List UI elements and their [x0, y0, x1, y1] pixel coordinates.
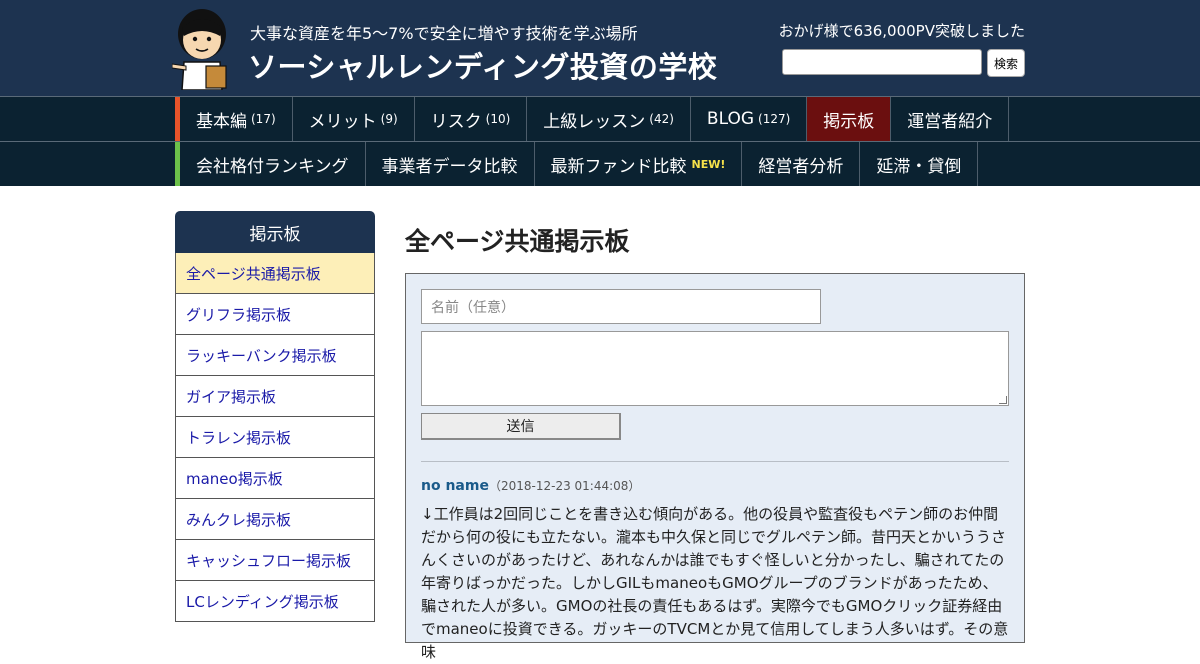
- secondary-nav-list: 会社格付ランキング 事業者データ比較 最新ファンド比較 NEW! 経営者分析 延滞…: [175, 142, 979, 186]
- post-author: no name: [421, 478, 489, 494]
- nav-item-label: 掲示板: [823, 111, 875, 132]
- nav-item-ranking[interactable]: 会社格付ランキング: [180, 142, 366, 186]
- nav-item-label: リスク: [430, 111, 482, 132]
- nav-item-fund-compare[interactable]: 最新ファンド比較 NEW!: [535, 142, 743, 186]
- page-title: 全ページ共通掲示板: [405, 227, 630, 256]
- post-timestamp: （2018-12-23 01:44:08）: [488, 479, 641, 493]
- sidebar-item-toraren-board[interactable]: トラレン掲示板: [175, 417, 375, 458]
- nav-item-board[interactable]: 掲示板: [807, 97, 892, 141]
- board-panel: 名前（任意） 送信 no name（2018-12-23 01:44:08） ↓…: [405, 273, 1025, 661]
- nav-item-count: (42): [649, 112, 674, 126]
- sidebar-item-grifla-board[interactable]: グリフラ掲示板: [175, 294, 375, 335]
- sidebar-item-cashflow-board[interactable]: キャッシュフロー掲示板: [175, 540, 375, 581]
- nav-item-about[interactable]: 運営者紹介: [891, 97, 1010, 141]
- nav-item-count: (10): [485, 112, 511, 126]
- site-title[interactable]: ソーシャルレンディング投資の学校: [248, 44, 717, 86]
- nav-item-label: 運営者紹介: [907, 111, 993, 132]
- nav-item-label: 基本編: [196, 111, 247, 132]
- message-textarea[interactable]: [421, 331, 1009, 406]
- name-input[interactable]: 名前（任意）: [421, 289, 821, 324]
- site-header: 大事な資産を年5～7%で安全に増やす技術を学ぶ場所 ソーシャルレンディング投資の…: [0, 0, 1200, 96]
- new-badge: NEW!: [691, 157, 726, 171]
- sidebar-title: 掲示板: [175, 211, 375, 253]
- sidebar-item-lclending-board[interactable]: LCレンディング掲示板: [175, 581, 375, 622]
- nav-item-merits[interactable]: メリット (9): [293, 97, 415, 141]
- nav-item-label: 上級レッスン: [543, 111, 646, 132]
- primary-nav-list: 基本編 (17) メリット (9) リスク (10) 上級レッスン (42) BLOG(…: [175, 97, 1010, 141]
- board-sidebar: 掲示板 全ページ共通掲示板 グリフラ掲示板 ラッキーバンク掲示板 ガイア掲示板 …: [175, 211, 375, 622]
- nav-item-label: 最新ファンド比較: [550, 156, 687, 177]
- nav-item-advanced[interactable]: 上級レッスン (42): [527, 97, 691, 141]
- nav-item-label: 会社格付ランキング: [196, 156, 349, 177]
- pv-counter-text: おかげ様で636,000PV突破しました: [778, 22, 1025, 40]
- nav-item-risks[interactable]: リスク (10): [415, 97, 528, 141]
- sidebar-item-luckybank-board[interactable]: ラッキーバンク掲示板: [175, 335, 375, 376]
- sidebar-item-minkure-board[interactable]: みんクレ掲示板: [175, 499, 375, 540]
- nav-item-blog[interactable]: BLOG (127): [691, 97, 808, 141]
- secondary-nav: 会社格付ランキング 事業者データ比較 最新ファンド比較 NEW! 経営者分析 延滞…: [0, 141, 1200, 186]
- nav-item-count: (127): [758, 112, 791, 126]
- sidebar-item-maneo-board[interactable]: maneo掲示板: [175, 458, 375, 499]
- nav-item-label: 延滞・貸倒: [876, 156, 962, 177]
- sidebar-item-common-board[interactable]: 全ページ共通掲示板: [175, 253, 375, 294]
- nav-item-count: (17): [251, 112, 276, 126]
- nav-item-count: (9): [380, 112, 398, 126]
- nav-item-data-compare[interactable]: 事業者データ比較: [366, 142, 535, 186]
- nav-item-basics[interactable]: 基本編 (17): [180, 97, 293, 141]
- post-meta: no name（2018-12-23 01:44:08）: [421, 475, 640, 494]
- send-button[interactable]: 送信: [421, 413, 621, 440]
- nav-item-label: 事業者データ比較: [381, 156, 518, 177]
- nav-item-label: メリット: [308, 111, 377, 132]
- nav-item-label: BLOG: [706, 109, 755, 129]
- sidebar-item-gaia-board[interactable]: ガイア掲示板: [175, 376, 375, 417]
- nav-item-label: 経営者分析: [758, 156, 844, 177]
- nav-item-defaults[interactable]: 延滞・貸倒: [860, 142, 979, 186]
- search-button[interactable]: 検索: [987, 49, 1025, 77]
- search-input[interactable]: [782, 49, 982, 75]
- nav-item-executives[interactable]: 経営者分析: [742, 142, 861, 186]
- site-tagline: 大事な資産を年5～7%で安全に増やす技術を学ぶ場所: [250, 24, 638, 43]
- post-divider: [421, 461, 1009, 462]
- teacher-mascot-icon[interactable]: [172, 6, 236, 90]
- post-body: ↓工作員は2回同じことを書き込む傾向がある。他の役員や監査役もペテン師のお仲間だ…: [421, 505, 1009, 661]
- resize-handle-icon[interactable]: [999, 396, 1007, 404]
- primary-nav: 基本編 (17) メリット (9) リスク (10) 上級レッスン (42) BLOG(…: [0, 96, 1200, 141]
